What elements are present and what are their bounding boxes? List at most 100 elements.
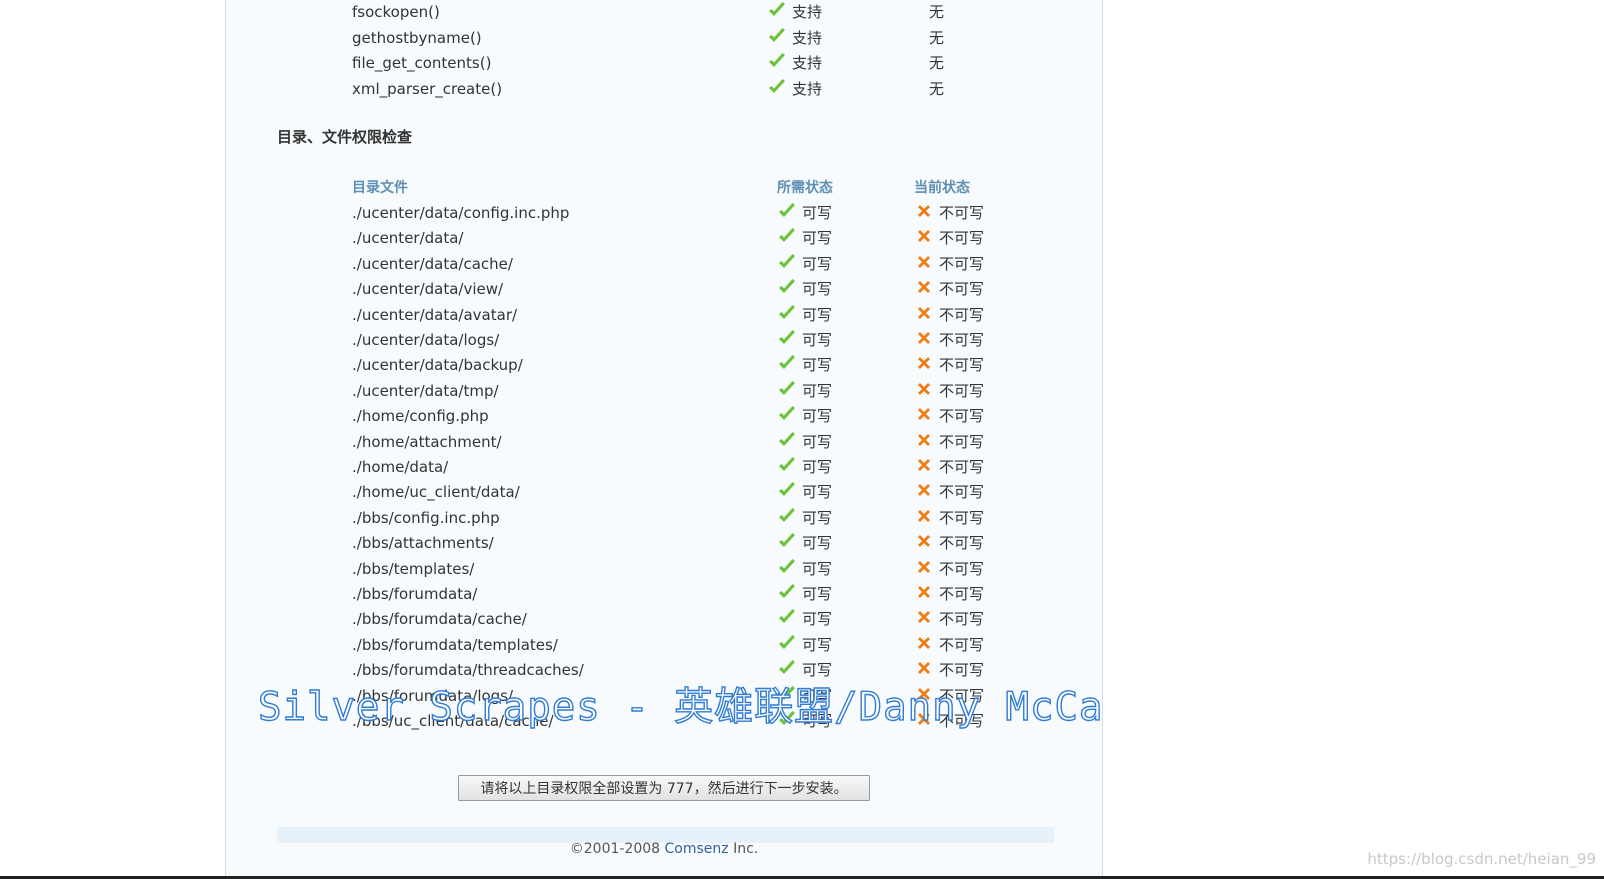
file-path: ./bbs/forumdata/threadcaches/: [352, 661, 584, 680]
check-icon: [767, 0, 787, 20]
current-status: 不可写: [939, 635, 985, 654]
file-path: ./ucenter/data/view/: [352, 280, 504, 299]
check-icon: [777, 480, 797, 500]
current-status: 不可写: [939, 280, 985, 299]
file-path: ./bbs/forumdata/: [352, 585, 478, 603]
table-row: ./ucenter/data/cache/可写 不可写: [226, 253, 1102, 280]
function-current-status: 无: [929, 28, 945, 47]
check-icon: [777, 531, 797, 551]
current-status: 不可写: [939, 458, 985, 476]
check-icon: [777, 303, 797, 323]
check-icon: [777, 557, 797, 577]
table-row: ./ucenter/data/backup/可写 不可写: [226, 355, 1102, 381]
check-icon: [777, 277, 797, 297]
cross-icon: [914, 455, 934, 475]
table-row: ./ucenter/data/logs/可写 不可写: [226, 330, 1102, 356]
current-status: 不可写: [939, 331, 985, 349]
file-path: ./bbs/forumdata/templates/: [352, 635, 558, 654]
footer-copyright: ©2001-2008: [569, 841, 665, 857]
current-status: 不可写: [939, 204, 985, 222]
section-title: 目录、文件权限检查: [277, 128, 413, 146]
install-panel: fsockopen() 支持无 gethostbyname() 支持无 file_get…: [225, 0, 1103, 879]
next-step-button[interactable]: 请将以上目录权限全部设置为 777，然后进行下一步安装。: [458, 775, 870, 801]
required-status: 可写: [802, 229, 833, 248]
file-path: ./home/attachment/: [352, 432, 502, 451]
cross-icon: [914, 658, 934, 678]
function-required-status: 支持: [792, 28, 823, 47]
file-path: ./ucenter/data/cache/: [352, 254, 513, 273]
required-status: 可写: [802, 331, 833, 349]
table-row: ./ucenter/data/config.inc.php 可写 不可写: [226, 203, 1102, 229]
file-path: ./bbs/templates/: [352, 559, 475, 578]
check-icon: [767, 51, 787, 71]
cross-icon: [914, 404, 934, 424]
cross-icon: [914, 633, 934, 653]
column-header-file: 目录文件: [352, 180, 408, 196]
current-status: 不可写: [939, 305, 985, 324]
check-icon: [767, 77, 787, 97]
required-status: 可写: [802, 559, 833, 578]
table-row: ./ucenter/data/view/可写 不可写: [226, 279, 1102, 305]
required-status: 可写: [802, 407, 833, 426]
file-path: ./ucenter/data/logs/: [352, 331, 500, 349]
check-icon: [777, 226, 797, 246]
check-icon: [777, 455, 797, 475]
function-name: fsockopen(): [352, 3, 440, 21]
file-path: ./home/uc_client/data/: [352, 483, 520, 502]
current-status: 不可写: [939, 483, 985, 502]
cross-icon: [914, 607, 934, 627]
cross-icon: [914, 226, 934, 246]
cross-icon: [914, 557, 934, 577]
file-path: ./bbs/attachments/: [352, 534, 494, 553]
column-header-required: 所需状态: [777, 180, 833, 196]
current-status: 不可写: [939, 356, 985, 375]
required-status: 可写: [802, 661, 833, 680]
cross-icon: [914, 328, 934, 348]
function-row: fsockopen() 支持 无: [226, 2, 1102, 28]
check-icon: [777, 430, 797, 450]
required-status: 可写: [802, 483, 833, 502]
file-path: ./bbs/config.inc.php: [352, 508, 500, 527]
cross-icon: [914, 303, 934, 323]
cross-icon: [914, 430, 934, 450]
required-status: 可写: [802, 356, 833, 375]
table-row: ./bbs/forumdata/可写 不可写: [226, 584, 1102, 610]
function-current-status: 无: [929, 79, 945, 98]
file-path: ./home/config.php: [352, 407, 489, 426]
function-row: gethostbyname() 支持 无: [226, 27, 1102, 54]
file-path: ./ucenter/data/avatar/: [352, 305, 518, 324]
footer-company-link[interactable]: Comsenz: [665, 841, 729, 857]
page: fsockopen() 支持无 gethostbyname() 支持无 file_get…: [0, 0, 1604, 879]
function-required-status: 支持: [792, 54, 823, 72]
function-row: xml_parser_create() 支持 无: [226, 77, 1102, 105]
table-row: ./bbs/forumdata/threadcaches/可写 不可写: [226, 660, 1102, 686]
required-status: 可写: [802, 635, 833, 654]
function-name: gethostbyname(): [352, 28, 482, 47]
check-icon: [777, 506, 797, 526]
file-path: ./ucenter/data/backup/: [352, 356, 523, 375]
check-icon: [777, 582, 797, 602]
table-row: ./home/data/可写 不可写: [226, 457, 1102, 483]
required-status: 可写: [802, 280, 833, 299]
file-path: ./home/data/: [352, 458, 449, 476]
table-row: ./bbs/templates/可写 不可写: [226, 557, 1102, 585]
required-status: 可写: [802, 508, 833, 527]
check-icon: [777, 379, 797, 399]
current-status: 不可写: [939, 585, 985, 603]
file-path: ./ucenter/data/: [352, 229, 464, 248]
table-row: ./bbs/config.inc.php 可写 不可写: [226, 506, 1102, 534]
cross-icon: [914, 353, 934, 373]
overlay-watermark: Silver Scrapes - 英雄联盟/Danny McCa: [257, 684, 1104, 730]
check-icon: [777, 353, 797, 373]
required-status: 可写: [802, 610, 833, 629]
current-status: 不可写: [939, 508, 985, 527]
table-row: ./ucenter/data/avatar/可写 不可写: [226, 303, 1102, 331]
function-row: file_get_contents() 支持 无: [226, 53, 1102, 79]
check-icon: [777, 633, 797, 653]
current-status: 不可写: [939, 229, 985, 248]
table-row: ./bbs/attachments/可写 不可写: [226, 533, 1102, 559]
cross-icon: [914, 531, 934, 551]
required-status: 可写: [802, 458, 833, 476]
function-name: xml_parser_create(): [352, 79, 503, 98]
table-row: ./home/uc_client/data/可写 不可写: [226, 482, 1102, 508]
